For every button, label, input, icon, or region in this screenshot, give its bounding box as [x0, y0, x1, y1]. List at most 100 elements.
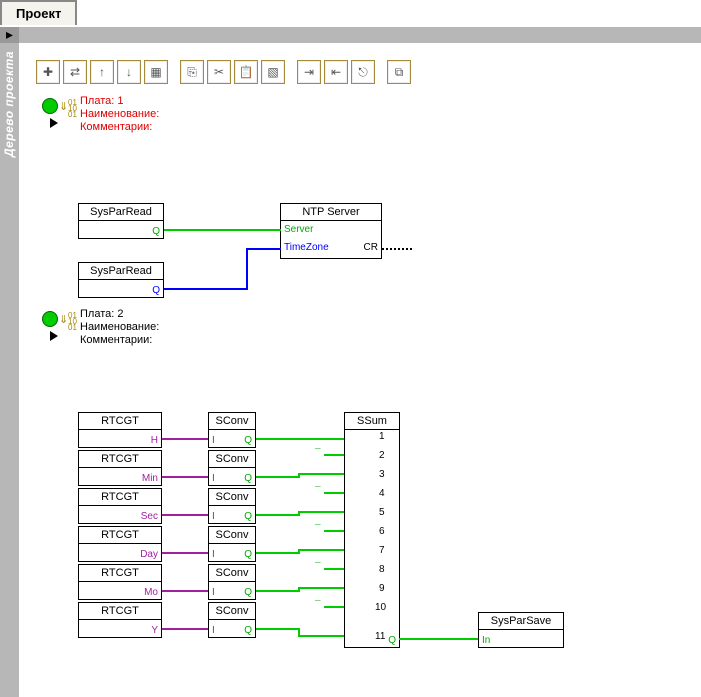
port-q: Q — [244, 511, 252, 522]
wire — [256, 628, 300, 630]
block-sconv-3[interactable]: SConvIQ — [208, 488, 256, 524]
tool-swap-icon[interactable]: ⇄ — [63, 60, 87, 84]
port-h: H — [151, 435, 158, 446]
block-sysparread-2[interactable]: SysParRead Q — [78, 262, 164, 298]
port-i: I — [212, 435, 215, 446]
block-title: RTCGT — [79, 565, 161, 582]
ssum-port-7: 7 — [379, 545, 385, 556]
block-sconv-2[interactable]: SConv I Q — [208, 450, 256, 486]
canvas-header-bar — [19, 27, 701, 43]
ssum-port-6: 6 — [379, 526, 385, 537]
tool-add-icon[interactable]: ✚ — [36, 60, 60, 84]
wire — [162, 438, 208, 440]
block-title: SConv — [209, 413, 255, 430]
port-day: Day — [140, 549, 158, 560]
port-timezone: TimeZone — [284, 242, 329, 253]
ssum-port-10: 10 — [375, 602, 386, 613]
block-title: SSum — [345, 413, 399, 430]
wire — [324, 606, 344, 608]
block-title: SConv — [209, 451, 255, 468]
ssum-port-2: 2 — [379, 450, 385, 461]
wire — [162, 628, 208, 630]
port-y: Y — [151, 625, 158, 636]
port-mo: Mo — [144, 587, 158, 598]
tool-copy-icon[interactable]: ⎘ — [180, 60, 204, 84]
port-min: Min — [142, 473, 158, 484]
port-i: I — [212, 587, 215, 598]
port-i: I — [212, 625, 215, 636]
sidebar-label: Дерево проекта — [2, 51, 16, 157]
toolbar-separator — [288, 60, 294, 84]
sidebar-expand-icon[interactable]: ▸ — [0, 27, 19, 43]
block-sconv-4[interactable]: SConvIQ — [208, 526, 256, 562]
diagram-canvas[interactable]: ⇓ 011001 Плата: 1 Наименование: Коммента… — [36, 90, 697, 693]
port-server: Server — [284, 224, 313, 235]
stub-marker: ¯ — [315, 448, 321, 459]
port-q: Q — [152, 226, 160, 237]
ssum-port-9: 9 — [379, 583, 385, 594]
port-q: Q — [244, 473, 252, 484]
block-rtcgt-4[interactable]: RTCGTDay — [78, 526, 162, 562]
tool-align-left-icon[interactable]: ⇤ — [324, 60, 348, 84]
block-title: SConv — [209, 603, 255, 620]
run-icon[interactable] — [50, 118, 58, 128]
board-2-label: Плата: 2 — [80, 308, 123, 320]
block-rtcgt-5[interactable]: RTCGT Mo — [78, 564, 162, 600]
stub-marker: ¯ — [315, 562, 321, 573]
tool-down-icon[interactable]: ↓ — [117, 60, 141, 84]
block-rtcgt-6[interactable]: RTCGT Y — [78, 602, 162, 638]
tool-up-icon[interactable]: ↑ — [90, 60, 114, 84]
block-title: RTCGT — [79, 451, 161, 468]
wire — [256, 438, 344, 440]
tool-org-icon[interactable]: ⧉ — [387, 60, 411, 84]
tool-exit-icon[interactable]: ⎋ — [351, 60, 375, 84]
block-title: RTCGT — [79, 489, 161, 506]
block-sconv-6[interactable]: SConvIQ — [208, 602, 256, 638]
wire — [298, 549, 344, 551]
tool-paste-icon[interactable]: 📋 — [234, 60, 258, 84]
ssum-port-5: 5 — [379, 507, 385, 518]
status-dot-icon — [42, 98, 58, 114]
ssum-port-4: 4 — [379, 488, 385, 499]
wire — [324, 492, 344, 494]
board-1-label: Плата: 1 — [80, 95, 123, 107]
wire — [246, 248, 248, 290]
block-rtcgt-3[interactable]: RTCGT Sec — [78, 488, 162, 524]
wire — [256, 552, 300, 554]
block-sconv-1[interactable]: SConvIQ — [208, 412, 256, 448]
block-sconv-5[interactable]: SConvIQ — [208, 564, 256, 600]
stub-marker: ¯ — [315, 600, 321, 611]
block-title: SysParRead — [79, 204, 163, 221]
block-title: SConv — [209, 527, 255, 544]
sort-arrows-icon: ⇓ — [59, 313, 65, 326]
wire — [324, 568, 344, 570]
block-rtcgt-2[interactable]: RTCGT Min — [78, 450, 162, 486]
wire — [162, 552, 208, 554]
port-cr: CR — [364, 242, 378, 253]
ssum-port-3: 3 — [379, 469, 385, 480]
block-ntp-server[interactable]: NTP Server Server TimeZone CR — [280, 203, 382, 259]
sort-arrows-icon: ⇓ — [59, 100, 65, 113]
wire — [399, 638, 478, 640]
tool-align-right-icon[interactable]: ⇥ — [297, 60, 321, 84]
port-sec: Sec — [141, 511, 158, 522]
block-ssum[interactable]: SSum Q — [344, 412, 400, 648]
wire — [298, 511, 344, 513]
run-icon[interactable] — [50, 331, 58, 341]
tool-grid-icon[interactable]: ▦ — [144, 60, 168, 84]
block-title: RTCGT — [79, 603, 161, 620]
block-title: SysParRead — [79, 263, 163, 280]
status-dot-icon — [42, 311, 58, 327]
tool-cut-icon[interactable]: ✂ — [207, 60, 231, 84]
project-tab[interactable]: Проект — [0, 0, 77, 25]
tool-hatch-icon[interactable]: ▧ — [261, 60, 285, 84]
wire — [162, 514, 208, 516]
port-i: I — [212, 473, 215, 484]
board-2-name-label: Наименование: — [80, 321, 159, 333]
block-sysparsave[interactable]: SysParSave In — [478, 612, 564, 648]
toolbar-separator — [171, 60, 177, 84]
binary-icon: 011001 — [68, 100, 77, 118]
block-rtcgt-1[interactable]: RTCGTH — [78, 412, 162, 448]
wire — [324, 454, 344, 456]
block-sysparread-1[interactable]: SysParRead Q — [78, 203, 164, 239]
